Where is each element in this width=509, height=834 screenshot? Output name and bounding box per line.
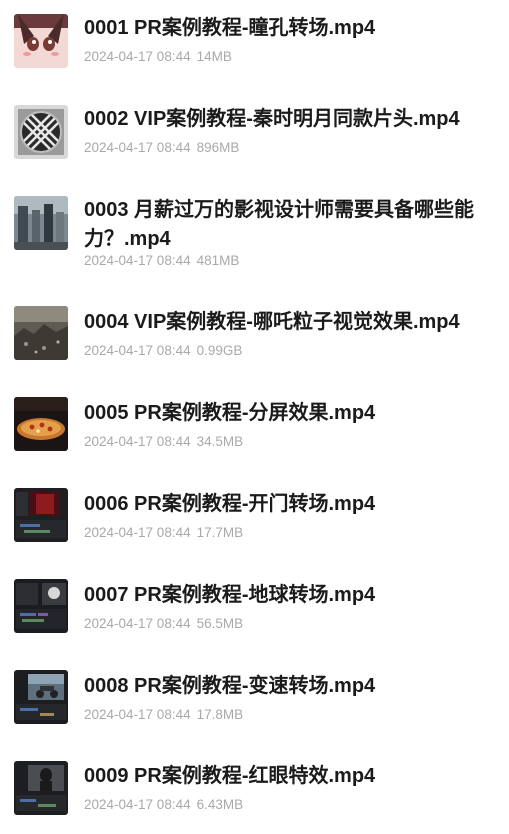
editor-figure-thumbnail [14,761,68,815]
file-size: 56.5MB [196,616,244,631]
file-size: 481MB [196,253,240,268]
checkered-disc-thumbnail [14,105,68,159]
file-meta: 2024-04-17 08:44 17.7MB [84,524,243,542]
editor-red-door-thumbnail [14,488,68,542]
file-date: 2024-04-17 08:44 [84,525,191,540]
file-name: 0005 PR案例教程-分屏效果.mp4 [84,402,376,424]
file-meta: 2024-04-17 08:44 6.43MB [84,796,243,814]
file-name: 0004 VIP案例教程-哪吒粒子视觉效果.mp4 [84,311,460,333]
list-item[interactable]: 0002 VIP案例教程-秦时明月同款片头.mp4 2024-04-17 08:… [0,97,509,177]
list-item[interactable]: 0007 PR案例教程-地球转场.mp4 2024-04-17 08:44 56.… [0,573,509,653]
file-name: 0007 PR案例教程-地球转场.mp4 [84,584,376,606]
file-date: 2024-04-17 08:44 [84,253,191,268]
rubble-scene-thumbnail [14,306,68,360]
editor-motorcycle-thumbnail [14,670,68,724]
file-size: 17.7MB [196,525,244,540]
file-date: 2024-04-17 08:44 [84,797,191,812]
file-name: 0001 PR案例教程-瞳孔转场.mp4 [84,17,376,39]
file-date: 2024-04-17 08:44 [84,140,191,155]
file-size: 896MB [196,140,240,155]
file-size: 14MB [196,49,232,64]
list-item[interactable]: 0005 PR案例教程-分屏效果.mp4 2024-04-17 08:44 34.… [0,391,509,471]
file-meta: 2024-04-17 08:44 0.99GB [84,342,242,360]
file-meta: 2024-04-17 08:44 34.5MB [84,433,243,451]
editor-timeline-thumbnail [14,579,68,633]
anime-girl-thumbnail [14,14,68,68]
city-street-thumbnail [14,196,68,250]
list-item[interactable]: 0006 PR案例教程-开门转场.mp4 2024-04-17 08:44 17.… [0,482,509,562]
file-meta: 2024-04-17 08:44 896MB [84,139,239,157]
file-list: 0001 PR案例教程-瞳孔转场.mp4 2024-04-17 08:44 14M… [0,0,509,825]
list-item[interactable]: 0008 PR案例教程-变速转场.mp4 2024-04-17 08:44 17.… [0,664,509,744]
file-date: 2024-04-17 08:44 [84,49,191,64]
file-meta: 2024-04-17 08:44 56.5MB [84,615,243,633]
file-name: 0008 PR案例教程-变速转场.mp4 [84,675,376,697]
file-size: 34.5MB [196,434,244,449]
list-item[interactable]: 0001 PR案例教程-瞳孔转场.mp4 2024-04-17 08:44 14M… [0,6,509,86]
file-size: 0.99GB [196,343,243,358]
file-name: 0006 PR案例教程-开门转场.mp4 [84,493,376,515]
file-meta: 2024-04-17 08:44 17.8MB [84,706,243,724]
file-name: 0009 PR案例教程-红眼特效.mp4 [84,765,376,787]
file-date: 2024-04-17 08:44 [84,343,191,358]
file-size: 6.43MB [196,797,244,812]
file-date: 2024-04-17 08:44 [84,434,191,449]
file-date: 2024-04-17 08:44 [84,616,191,631]
file-date: 2024-04-17 08:44 [84,707,191,722]
file-size: 17.8MB [196,707,244,722]
list-item[interactable]: 0003 月薪过万的影视设计师需要具备哪些能力？.mp4 2024-04-17 … [0,188,509,268]
file-name: 0003 月薪过万的影视设计师需要具备哪些能力？.mp4 [84,199,475,250]
list-item[interactable]: 0009 PR案例教程-红眼特效.mp4 2024-04-17 08:44 6.4… [0,754,509,834]
list-item[interactable]: 0004 VIP案例教程-哪吒粒子视觉效果.mp4 2024-04-17 08:… [0,300,509,380]
file-meta: 2024-04-17 08:44 14MB [84,48,232,66]
pizza-thumbnail [14,397,68,451]
file-name: 0002 VIP案例教程-秦时明月同款片头.mp4 [84,108,460,130]
file-meta: 2024-04-17 08:44 481MB [84,252,239,270]
